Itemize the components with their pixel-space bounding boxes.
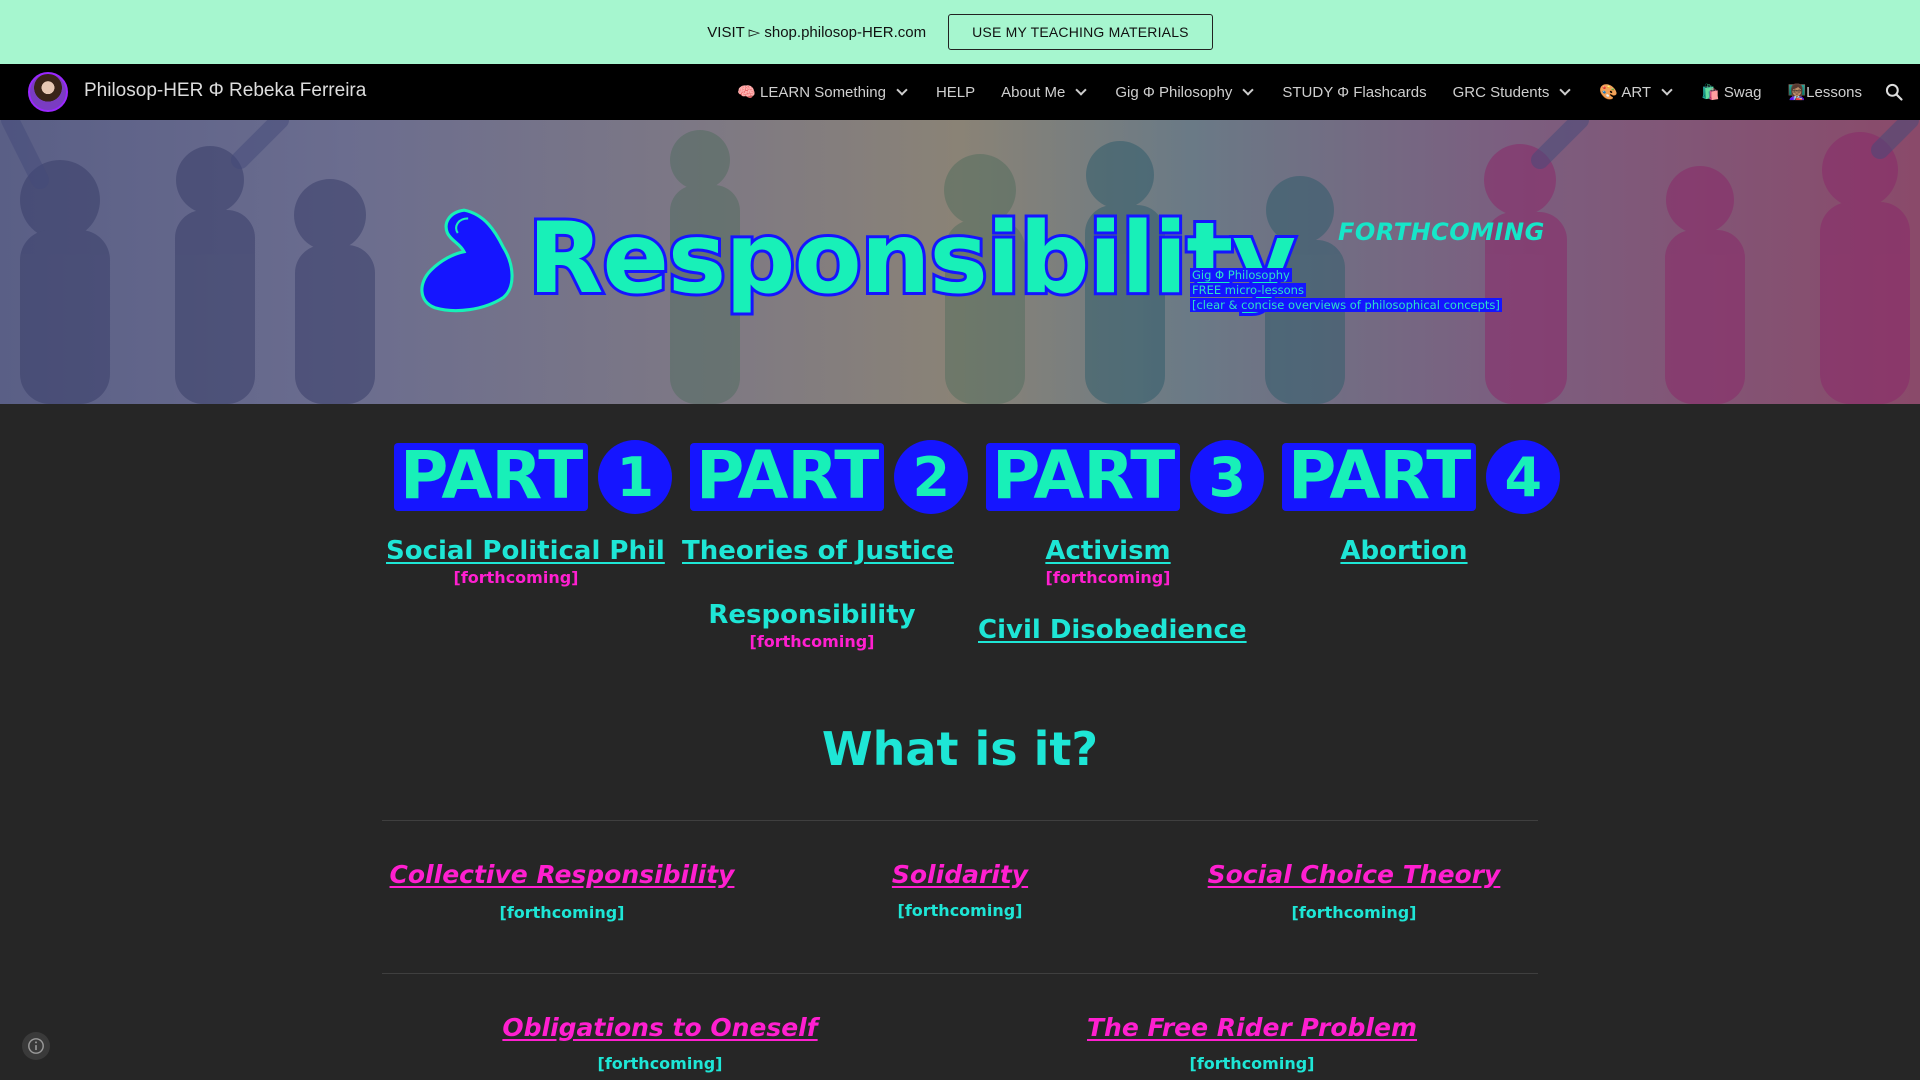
nav-item-label: 👩🏽‍🏫Lessons <box>1787 84 1862 101</box>
divider <box>382 820 1538 821</box>
nav-menu: 🧠 LEARN Something HELP About Me Gig Φ Ph… <box>737 64 1862 120</box>
forthcoming-label: FORTHCOMING <box>1338 218 1545 246</box>
nav-item-grc-students[interactable]: GRC Students <box>1453 84 1574 101</box>
nav-item-label: HELP <box>935 83 976 101</box>
part-3-column: Activism [forthcoming] Civil Disobedienc… <box>978 536 1247 645</box>
social-political-phil-link[interactable]: Social Political Phil <box>386 536 665 566</box>
topic-link[interactable]: Collective Responsibility <box>382 860 742 889</box>
nav-item-gig-philosophy[interactable]: Gig Φ Philosophy <box>1115 84 1256 101</box>
page-title: Responsibility <box>525 199 1299 319</box>
part-word: PART <box>986 443 1181 511</box>
part-2-column: Theories of Justice Responsibility [fort… <box>682 536 954 651</box>
part-number: 1 <box>598 440 673 514</box>
nav-item-label: 🧠 LEARN Something <box>737 84 886 101</box>
site-logo-avatar[interactable] <box>28 72 68 112</box>
topic-solidarity: Solidarity [forthcoming] <box>780 860 1140 920</box>
topic-collective-responsibility: Collective Responsibility [forthcoming] <box>382 860 742 922</box>
site-nav: Philosop-HER Φ Rebeka Ferreira 🧠 LEARN S… <box>0 64 1920 120</box>
chevron-down-icon[interactable] <box>1075 84 1088 96</box>
part-number: 2 <box>894 440 969 514</box>
nav-item-label: Gig Φ Philosophy <box>1115 83 1233 101</box>
nav-item-about[interactable]: About Me <box>1001 84 1089 101</box>
teaching-materials-button[interactable]: USE MY TEACHING MATERIALS <box>948 14 1213 50</box>
nav-item-label: GRC Students <box>1452 83 1550 101</box>
topic-link[interactable]: Social Choice Theory <box>1174 860 1534 889</box>
site-title[interactable]: Philosop-HER Φ Rebeka Ferreira <box>84 80 366 102</box>
topic-obligations-to-oneself: Obligations to Oneself [forthcoming] <box>460 1013 860 1073</box>
nav-item-label: STUDY Φ Flashcards <box>1282 83 1427 101</box>
part-1-column: Social Political Phil [forthcoming] <box>386 536 665 587</box>
part-2-header: PART 2 <box>690 438 969 516</box>
topic-free-rider-problem: The Free Rider Problem [forthcoming] <box>1052 1013 1452 1073</box>
part-word: PART <box>394 443 589 511</box>
topic-link[interactable]: The Free Rider Problem <box>1052 1013 1452 1042</box>
part-4-header: PART 4 <box>1282 438 1561 516</box>
forthcoming-note: [forthcoming] <box>1045 568 1171 587</box>
chevron-down-icon[interactable] <box>1661 84 1673 96</box>
nav-item-study-flashcards[interactable]: STUDY Φ Flashcards <box>1282 84 1426 101</box>
nav-item-swag[interactable]: 🛍️ Swag <box>1701 83 1761 101</box>
nav-item-help[interactable]: HELP <box>936 84 975 101</box>
forthcoming-note: [forthcoming] <box>897 901 1023 920</box>
divider <box>382 973 1538 974</box>
civil-disobedience-link[interactable]: Civil Disobedience <box>978 615 1247 645</box>
part-3-header: PART 3 <box>986 438 1265 516</box>
forthcoming-note: [forthcoming] <box>1291 903 1417 922</box>
forthcoming-note: [forthcoming] <box>597 1054 723 1073</box>
forthcoming-note: [forthcoming] <box>1189 1054 1315 1073</box>
chevron-down-icon[interactable] <box>896 84 908 96</box>
theories-of-justice-link[interactable]: Theories of Justice <box>682 536 954 566</box>
promo-banner: VISIT ▻ shop.philosop-HER.com USE MY TEA… <box>0 0 1920 64</box>
forthcoming-note: [forthcoming] <box>749 632 875 651</box>
nav-item-lessons[interactable]: 👩🏽‍🏫Lessons <box>1787 83 1862 101</box>
shop-visit-text[interactable]: VISIT ▻ shop.philosop-HER.com <box>707 23 926 41</box>
part-1-header: PART 1 <box>394 438 673 516</box>
part-word: PART <box>690 443 885 511</box>
topic-link[interactable]: Solidarity <box>780 860 1140 889</box>
hero-line: Gig Φ Philosophy <box>1190 268 1292 282</box>
topic-link[interactable]: Obligations to Oneself <box>460 1013 860 1042</box>
flexed-bicep-icon <box>420 208 514 313</box>
forthcoming-note: [forthcoming] <box>499 903 625 922</box>
nav-item-label: About Me <box>1001 83 1066 101</box>
part-4-column: Abortion <box>1274 536 1534 566</box>
part-number: 3 <box>1190 440 1265 514</box>
site-info-button[interactable] <box>22 1032 50 1060</box>
topic-social-choice-theory: Social Choice Theory [forthcoming] <box>1174 860 1534 922</box>
search-icon[interactable] <box>1884 82 1904 102</box>
nav-item-learn[interactable]: 🧠 LEARN Something <box>737 83 910 101</box>
responsibility-subtitle: Responsibility <box>708 600 916 630</box>
info-icon <box>28 1038 44 1054</box>
chevron-down-icon[interactable] <box>1242 84 1255 96</box>
hero-line: FREE micro-lessons <box>1190 283 1306 297</box>
nav-item-label: 🛍️ Swag <box>1701 84 1762 101</box>
part-number: 4 <box>1486 440 1561 514</box>
section-heading: What is it? <box>821 722 1099 776</box>
chevron-down-icon[interactable] <box>1559 84 1571 96</box>
hero-banner: Responsibility FORTHCOMING Gig Φ Philoso… <box>0 120 1920 404</box>
activism-link[interactable]: Activism <box>978 536 1238 566</box>
forthcoming-note: [forthcoming] <box>453 568 579 587</box>
hero-line: [clear & concise overviews of philosophi… <box>1190 298 1502 312</box>
abortion-link[interactable]: Abortion <box>1274 536 1534 566</box>
hero-subtitle: Gig Φ Philosophy FREE micro-lessons [cle… <box>1190 268 1502 313</box>
nav-item-art[interactable]: 🎨 ART <box>1599 83 1675 101</box>
part-word: PART <box>1282 443 1477 511</box>
nav-item-label: 🎨 ART <box>1599 84 1652 101</box>
